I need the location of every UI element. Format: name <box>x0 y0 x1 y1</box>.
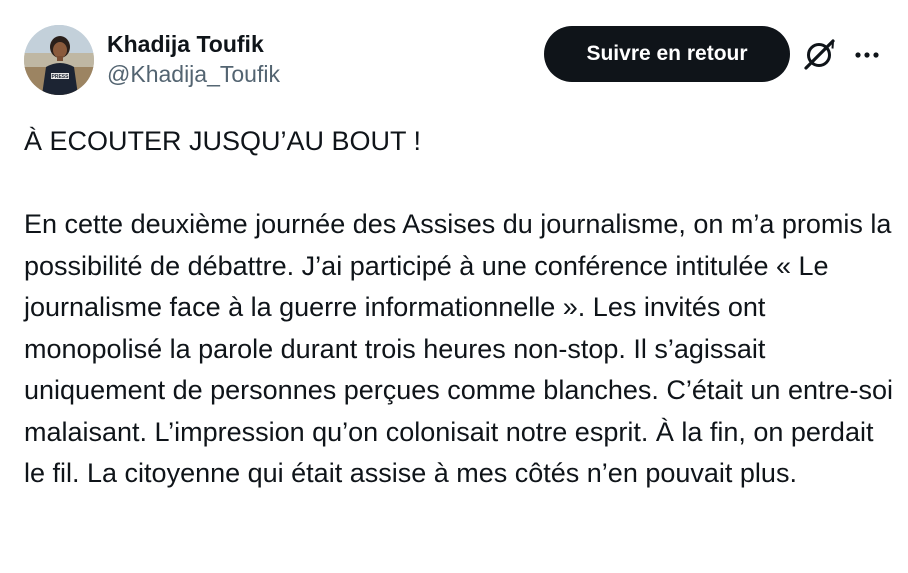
tweet-card: PRESS Khadija Toufik @Khadija_Toufik Sui… <box>0 0 908 573</box>
avatar-photo: PRESS <box>24 25 94 95</box>
more-dots-icon[interactable] <box>852 40 882 70</box>
grok-icon[interactable] <box>802 36 838 72</box>
avatar[interactable]: PRESS <box>24 25 94 95</box>
tweet-text: À ECOUTER JUSQU’AU BOUT ! En cette deuxi… <box>24 126 893 488</box>
author-display-name[interactable]: Khadija Toufik <box>107 29 280 59</box>
author-handle[interactable]: @Khadija_Toufik <box>107 59 280 89</box>
press-badge: PRESS <box>52 74 70 80</box>
follow-back-button[interactable]: Suivre en retour <box>544 26 790 82</box>
author-info: Khadija Toufik @Khadija_Toufik <box>107 29 280 89</box>
